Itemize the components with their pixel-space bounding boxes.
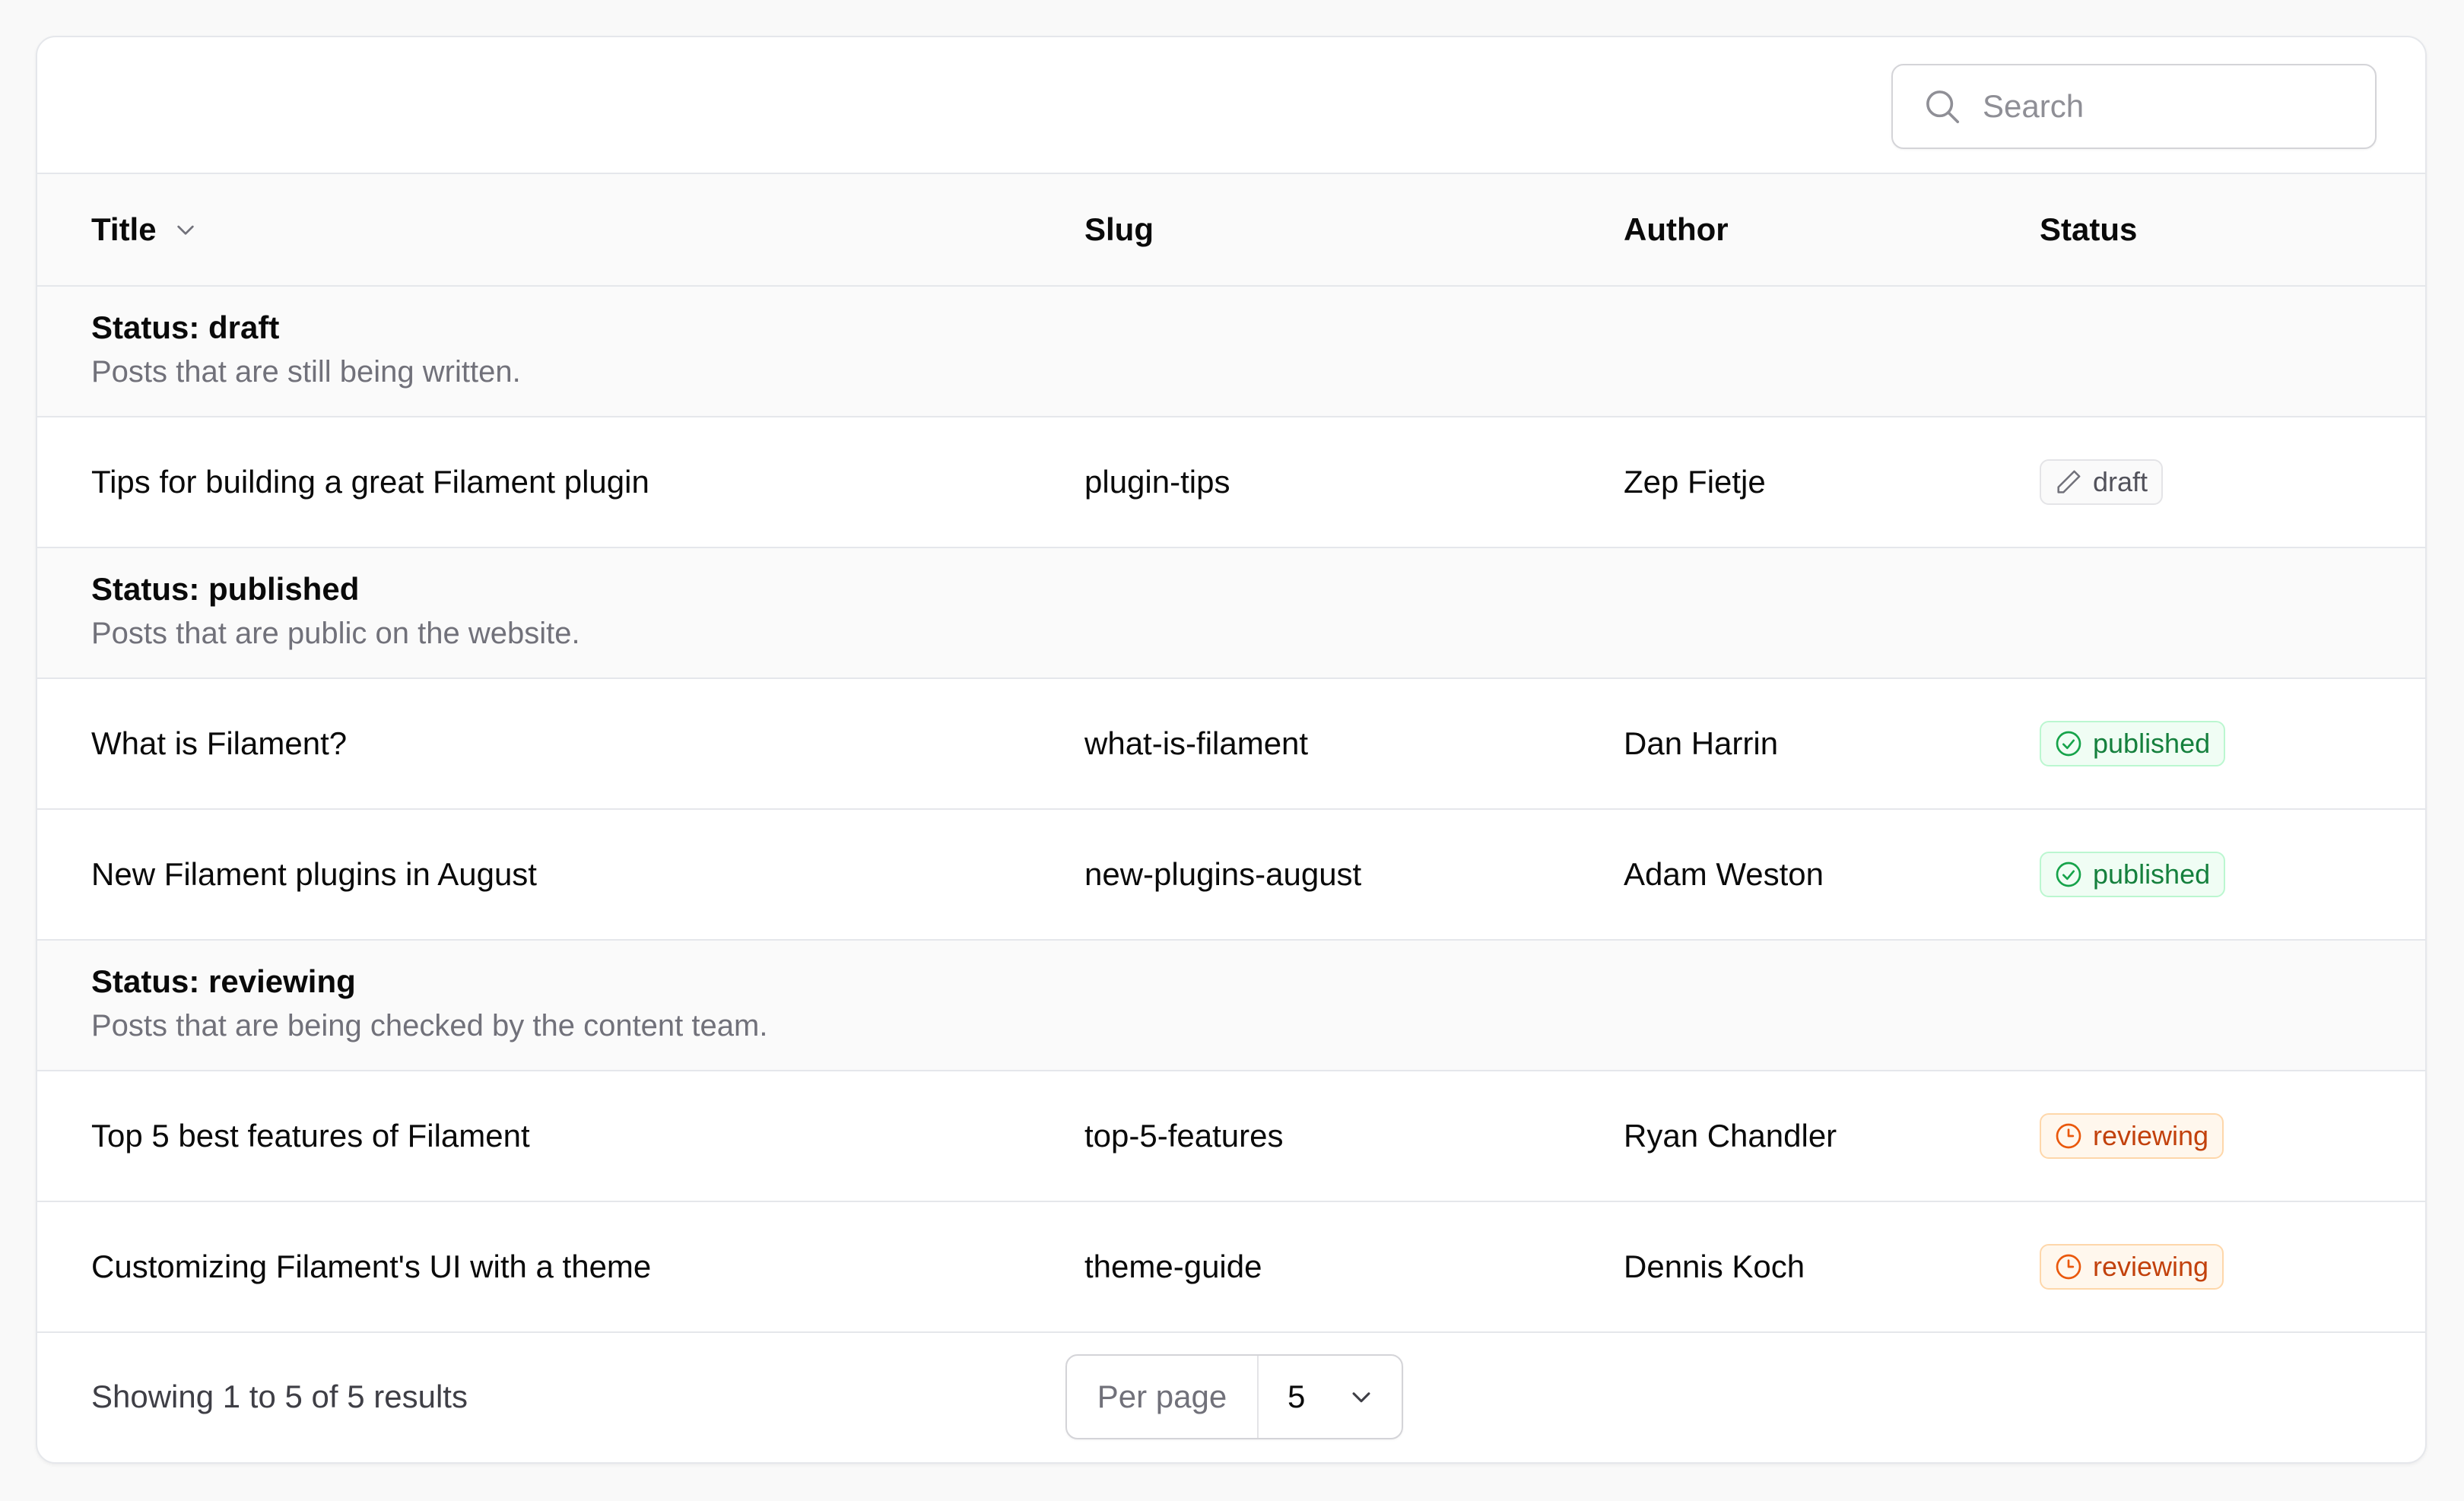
- group-description: Posts that are public on the website.: [91, 617, 580, 650]
- posts-table-card: Title Slug Author Status Status: draft P…: [36, 36, 2427, 1464]
- status-badge-label: published: [2093, 858, 2211, 890]
- status-badge-label: reviewing: [2093, 1120, 2209, 1151]
- status-badge: published: [2040, 852, 2226, 897]
- per-page-value: 5: [1288, 1379, 1306, 1414]
- status-badge-label: draft: [2093, 466, 2148, 497]
- table-footer: Showing 1 to 5 of 5 results Per page 5: [37, 1328, 2425, 1462]
- column-header-status: Status: [2040, 211, 2138, 247]
- per-page-control: Per page 5: [1065, 1354, 1403, 1439]
- group-title: Status: published: [91, 571, 360, 607]
- table-row[interactable]: Top 5 best features of Filament top-5-fe…: [37, 1071, 2425, 1202]
- post-slug: top-5-features: [1084, 1118, 1284, 1154]
- table-header-row: Title Slug Author Status: [37, 174, 2425, 287]
- group-description: Posts that are being checked by the cont…: [91, 1009, 768, 1042]
- status-badge: reviewing: [2040, 1113, 2224, 1159]
- post-slug: plugin-tips: [1084, 464, 1230, 500]
- status-badge: reviewing: [2040, 1244, 2224, 1290]
- column-header-author: Author: [1624, 211, 1729, 247]
- status-cell: published: [2040, 679, 2226, 808]
- post-title: Top 5 best features of Filament: [91, 1118, 530, 1154]
- clock-icon: [2056, 1254, 2081, 1280]
- status-cell: draft: [2040, 417, 2164, 547]
- status-cell: published: [2040, 810, 2226, 939]
- post-title: Customizing Filament's UI with a theme: [91, 1249, 652, 1284]
- group-title: Status: draft: [91, 309, 280, 345]
- group-description: Posts that are still being written.: [91, 355, 521, 389]
- post-author: Dennis Koch: [1624, 1249, 1805, 1284]
- table-toolbar: [37, 37, 2425, 174]
- chevron-down-icon: [176, 225, 194, 235]
- post-title: New Filament plugins in August: [91, 856, 537, 892]
- post-author: Ryan Chandler: [1624, 1118, 1837, 1154]
- post-author: Adam Weston: [1624, 856, 1824, 892]
- pencil-icon: [2057, 470, 2081, 493]
- search-input[interactable]: [1981, 87, 2349, 125]
- table-row[interactable]: Customizing Filament's UI with a theme t…: [37, 1202, 2425, 1333]
- post-author: Zep Fietje: [1624, 464, 1766, 500]
- status-badge: published: [2040, 721, 2226, 766]
- clock-icon: [2056, 1123, 2081, 1149]
- per-page-select[interactable]: 5: [1259, 1356, 1402, 1438]
- check-circle-icon: [2056, 862, 2081, 887]
- status-cell: reviewing: [2040, 1202, 2224, 1331]
- post-title: What is Filament?: [91, 725, 348, 761]
- group-header-reviewing: Status: reviewing Posts that are being c…: [37, 941, 2425, 1071]
- column-header-slug: Slug: [1084, 211, 1154, 247]
- group-header-draft: Status: draft Posts that are still being…: [37, 287, 2425, 417]
- status-badge-label: published: [2093, 728, 2211, 759]
- column-header-title[interactable]: Title: [91, 174, 198, 285]
- chevron-down-icon: [1352, 1392, 1370, 1403]
- post-author: Dan Harrin: [1624, 725, 1779, 761]
- search-icon: [1926, 90, 1960, 124]
- post-title: Tips for building a great Filament plugi…: [91, 464, 649, 500]
- status-cell: reviewing: [2040, 1071, 2224, 1201]
- group-header-published: Status: published Posts that are public …: [37, 548, 2425, 679]
- per-page-label: Per page: [1067, 1356, 1259, 1438]
- column-header-title-label: Title: [91, 211, 157, 247]
- table-row[interactable]: What is Filament? what-is-filament Dan H…: [37, 679, 2425, 810]
- table-row[interactable]: Tips for building a great Filament plugi…: [37, 417, 2425, 548]
- table-row[interactable]: New Filament plugins in August new-plugi…: [37, 810, 2425, 941]
- check-circle-icon: [2056, 731, 2081, 757]
- status-badge: draft: [2040, 459, 2164, 505]
- post-slug: what-is-filament: [1084, 725, 1309, 761]
- post-slug: theme-guide: [1084, 1249, 1262, 1284]
- group-title: Status: reviewing: [91, 963, 356, 999]
- results-summary: Showing 1 to 5 of 5 results: [91, 1378, 468, 1414]
- status-badge-label: reviewing: [2093, 1251, 2209, 1282]
- search-box[interactable]: [1891, 64, 2377, 149]
- post-slug: new-plugins-august: [1084, 856, 1362, 892]
